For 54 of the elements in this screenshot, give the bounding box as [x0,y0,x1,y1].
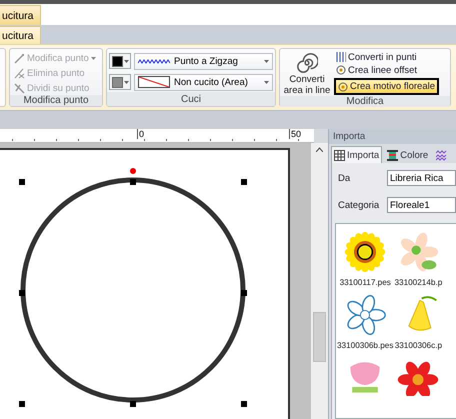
field-label: Da [337,172,352,184]
grid-icon [334,150,345,160]
panel-tab[interactable]: Colore [384,146,432,163]
ruler-label: 50 [289,129,302,139]
thumbnail-item[interactable]: 33100214b.p [394,230,442,287]
split-point-icon [14,82,25,94]
scrollbar[interactable] [311,143,328,419]
selection-handle[interactable] [130,179,136,185]
ribbon-group [0,48,6,107]
stitch-type-dropdown[interactable]: Punto a Zigzag [134,52,273,70]
input-field[interactable]: Libreria Rica [387,170,456,186]
color-picker[interactable] [109,53,131,69]
input-field[interactable]: Floreale1 [387,197,456,213]
dropdown-caret-icon [124,60,129,62]
panel-tab[interactable]: Importa [331,146,382,163]
group-label: Modifica punto [10,95,102,106]
thumbnail-item[interactable]: 33100306c.p [394,293,442,350]
command-button[interactable]: Crea linee offset [334,64,440,76]
group-label: Cuci [107,92,275,106]
stitch-lines-icon [336,52,346,62]
pen-icon [14,52,25,64]
selection-handle[interactable] [19,179,25,185]
thumbnail-item[interactable]: 33100306b.pes [337,293,394,350]
stitch-pattern-icon [436,150,448,160]
selection-handle[interactable] [130,401,136,407]
ruler-label: 0 [137,129,144,139]
command-button[interactable]: Crea motivo floreale [334,78,440,95]
selection-handle[interactable] [241,179,247,185]
no-stitch-icon [138,76,170,88]
selection-handle[interactable] [19,401,25,407]
dropdown-caret-icon [90,56,96,60]
group-label: Modifica [280,96,450,107]
color-picker[interactable] [109,74,131,90]
delete-point-icon [14,68,25,78]
stitch-type-dropdown[interactable]: Non cucito (Area) [134,74,273,90]
thumbnail-item[interactable]: 33100117.pes [337,230,394,287]
selection-handle[interactable] [241,401,247,407]
selection-handle[interactable] [19,290,25,296]
spiral-icon [296,52,318,74]
sunflower-icon [343,230,388,274]
dropdown-caret-icon [124,80,129,84]
dropdown-caret-icon [264,80,269,84]
scrollbar-thumb[interactable] [313,312,326,362]
dropdown-caret-icon [264,60,269,62]
selection-handle[interactable] [241,290,247,296]
panel-title: Importa [329,129,456,144]
field-label: Categoria [337,200,380,210]
command-button[interactable]: Converti in punti [334,51,440,63]
spool-icon [387,150,398,160]
zigzag-stitch-icon [138,58,170,64]
ribbon-tab[interactable]: ucitura [0,26,41,44]
rotation-handle[interactable] [130,168,136,174]
convert-area-button[interactable]: Converti area in line [282,51,332,96]
app-tab[interactable]: ucitura [0,5,41,25]
